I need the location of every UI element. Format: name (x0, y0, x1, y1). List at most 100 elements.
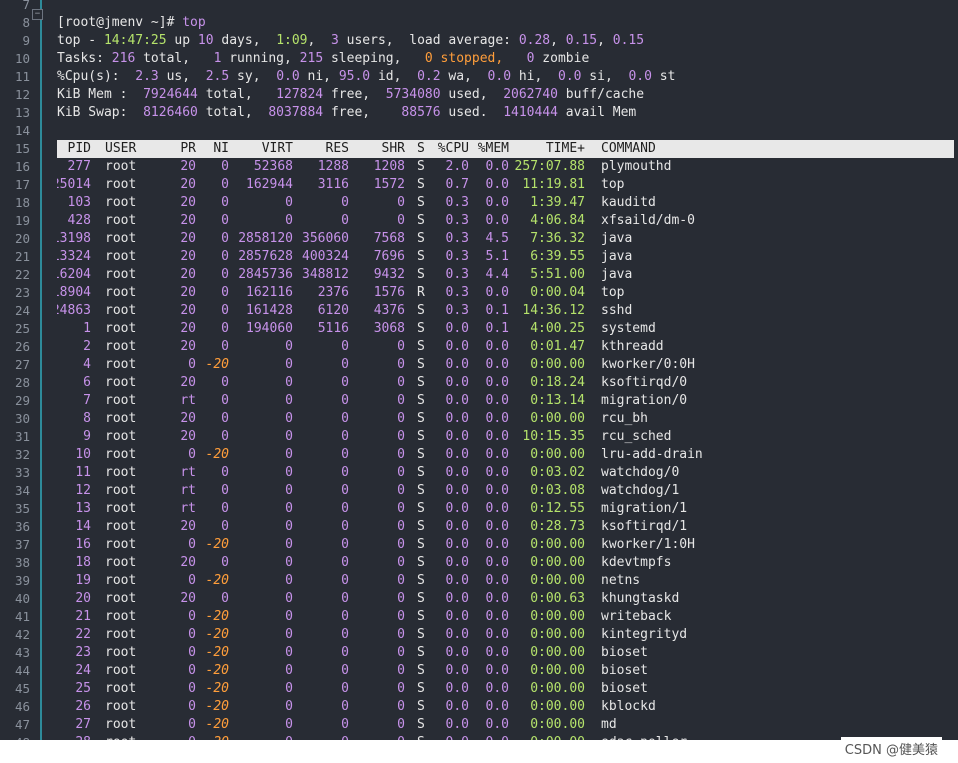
cell-pr: 20 (180, 177, 196, 192)
cell-shr: 0 (397, 681, 405, 696)
summary-label: us, (158, 69, 206, 84)
cell-mem: 0.0 (485, 645, 509, 660)
summary-label: hi, (511, 69, 558, 84)
table-row: 11 root rt 0 0 0 0 S 0.0 0.0 0:03.02 watchdog/0 (57, 464, 954, 482)
line-number: 39 (14, 573, 30, 588)
cell-time: 0:00.00 (530, 411, 585, 426)
cell-mem: 0.0 (485, 375, 509, 390)
line-number: 14 (14, 123, 30, 138)
summary-label: , (597, 33, 613, 48)
cell-mem: 0.0 (485, 717, 509, 732)
cell-user: root (105, 411, 137, 426)
cell-cpu: 0.0 (445, 483, 469, 498)
cell-pr: 20 (180, 411, 196, 426)
table-row: 7 root rt 0 0 0 0 S 0.0 0.0 0:13.14 migration/0 (57, 392, 954, 410)
line-number: 45 (14, 681, 30, 696)
shell-command: top (182, 15, 206, 30)
cell-virt: 0 (285, 429, 293, 444)
cell-mem: 0.0 (485, 339, 509, 354)
cell-res: 1288 (317, 159, 349, 174)
line-number: 7 (22, 0, 30, 12)
cell-user: root (105, 519, 137, 534)
cell-mem: 0.0 (485, 357, 509, 372)
table-row: 21 root 0 -20 0 0 0 S 0.0 0.0 0:00.00 writeback (57, 608, 954, 626)
table-row: 16 root 0 -20 0 0 0 S 0.0 0.0 0:00.00 kworker/1:0H (57, 536, 954, 554)
cell-user: root (105, 393, 137, 408)
cell-command: migration/1 (601, 501, 688, 516)
cell-pr: 20 (180, 321, 196, 336)
cell-user: root (105, 501, 137, 516)
cell-ni: -20 (205, 645, 229, 660)
summary-value: 10 (197, 33, 214, 48)
summary-label: si, (581, 69, 629, 84)
cell-command: bioset (601, 663, 648, 678)
cell-cpu: 0.0 (445, 609, 469, 624)
cell-s: S (417, 339, 425, 354)
cell-command: migration/0 (601, 393, 688, 408)
cell-time: 0:03.08 (530, 483, 585, 498)
cell-command: top (601, 177, 625, 192)
cell-cpu: 0.3 (445, 285, 469, 300)
line-number: 8 (22, 15, 30, 30)
cell-mem: 4.5 (485, 231, 509, 246)
line-number: 47 (14, 717, 30, 732)
summary-line-5: KiB Swap: 8126460 total, 8037884 free, 8… (57, 104, 636, 122)
cell-res: 348812 (302, 267, 349, 282)
cell-user: root (105, 231, 137, 246)
summary-label: total, (135, 51, 214, 66)
cell-cpu: 0.3 (445, 303, 469, 318)
cell-shr: 0 (397, 645, 405, 660)
cell-ni: -20 (205, 447, 229, 462)
table-row: 10 root 0 -20 0 0 0 S 0.0 0.0 0:00.00 lru-add-drain (57, 446, 954, 464)
summary-line-2: Tasks: 216 total, 1 running, 215 sleepin… (57, 50, 589, 68)
cell-pid: 24 (75, 663, 91, 678)
line-number: 40 (14, 591, 30, 606)
cell-time: 0:00.00 (530, 717, 585, 732)
cell-pid: 23 (75, 645, 91, 660)
table-row: 277 root 20 0 52368 1288 1208 S 2.0 0.0 257:07.88 p… (57, 158, 954, 176)
cell-pid: 26 (75, 699, 91, 714)
cell-time: 0:00.00 (530, 537, 585, 552)
cell-virt: 162944 (246, 177, 293, 192)
summary-value: 0.0 (487, 69, 512, 84)
summary-label: %Cpu(s): (57, 69, 136, 84)
cell-s: S (417, 537, 425, 552)
cell-pr: 0 (188, 717, 196, 732)
cell-virt: 194060 (246, 321, 293, 336)
cell-s: S (417, 591, 425, 606)
cell-time: 4:06.84 (530, 213, 585, 228)
cell-cpu: 0.0 (445, 429, 469, 444)
cell-ni: 0 (221, 159, 229, 174)
cell-user: root (105, 609, 137, 624)
summary-value: 0.15 (565, 33, 598, 48)
cell-cpu: 0.3 (445, 267, 469, 282)
cell-s: S (417, 375, 425, 390)
cell-user: root (105, 159, 137, 174)
cell-mem: 0.0 (485, 501, 509, 516)
table-row: 20 root 20 0 0 0 0 S 0.0 0.0 0:00.63 khungtaskd (57, 590, 954, 608)
cell-pid: 19 (75, 573, 91, 588)
cell-pr: 20 (180, 519, 196, 534)
cell-ni: 0 (221, 231, 229, 246)
line-number: 17 (14, 177, 30, 192)
fold-toggle-icon[interactable]: − (32, 9, 43, 20)
cell-user: root (105, 465, 137, 480)
cell-s: S (417, 699, 425, 714)
table-row: 25 root 0 -20 0 0 0 S 0.0 0.0 0:00.00 bioset (57, 680, 954, 698)
cell-shr: 0 (397, 465, 405, 480)
cell-time: 11:19.81 (522, 177, 585, 192)
cell-user: root (105, 285, 137, 300)
cell-res: 0 (341, 573, 349, 588)
cell-command: kblockd (601, 699, 656, 714)
cell-cpu: 0.3 (445, 231, 469, 246)
column-header-time: TIME+ (545, 141, 585, 156)
cell-time: 0:00.00 (530, 447, 585, 462)
summary-label: days, (213, 33, 277, 48)
cell-mem: 0.0 (485, 483, 509, 498)
cell-cpu: 0.0 (445, 591, 469, 606)
cell-virt: 52368 (253, 159, 293, 174)
cell-command: watchdog/0 (601, 465, 680, 480)
summary-value: 216 (111, 51, 136, 66)
cell-pr: 0 (188, 357, 196, 372)
cell-mem: 0.0 (485, 285, 509, 300)
